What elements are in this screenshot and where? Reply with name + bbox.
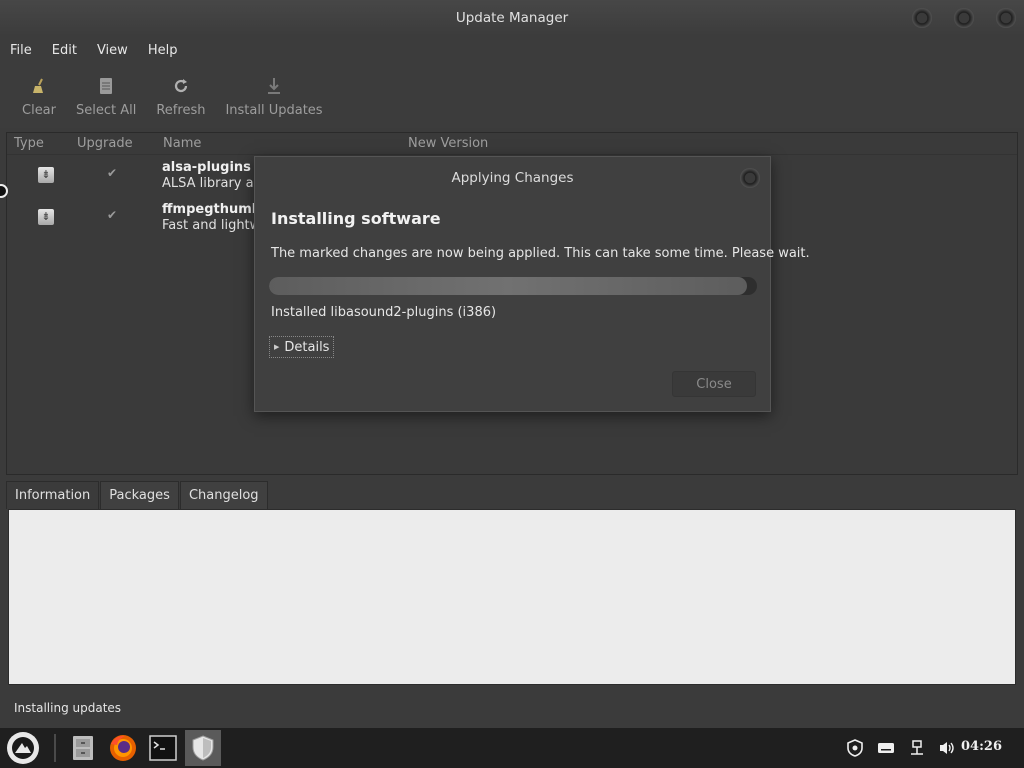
details-label: Details (284, 339, 330, 355)
start-menu-button[interactable] (7, 732, 39, 764)
firefox-launcher[interactable] (105, 730, 141, 766)
progress-fill (269, 277, 748, 295)
refresh-label: Refresh (156, 102, 206, 118)
progress-status: Installed libasound2-plugins (i386) (271, 305, 497, 320)
terminal-launcher[interactable] (145, 730, 181, 766)
upgrade-checkbox[interactable]: ✔ (107, 208, 117, 222)
volume-icon[interactable] (936, 737, 958, 759)
close-button[interactable]: Close (672, 371, 756, 397)
information-pane (8, 509, 1016, 685)
tab-packages[interactable]: Packages (100, 481, 179, 509)
select-all-label: Select All (76, 102, 137, 118)
toolbar: Clear Select All Refresh Install Updates (0, 64, 1024, 128)
dialog-heading: Installing software (271, 209, 441, 228)
terminal-icon (149, 735, 177, 761)
dialog-close-icon[interactable] (740, 168, 760, 188)
window-title: Update Manager (455, 10, 569, 26)
menu-edit[interactable]: Edit (52, 43, 77, 58)
dialog-message: The marked changes are now being applied… (271, 246, 810, 261)
menu-file[interactable]: File (10, 43, 32, 58)
update-manager-launcher[interactable] (185, 730, 221, 766)
update-shield-icon[interactable] (844, 737, 866, 759)
details-expander[interactable]: ▶ Details (269, 336, 335, 358)
refresh-button[interactable]: Refresh (146, 68, 215, 124)
dialog-title: Applying Changes (451, 170, 574, 186)
title-bar: Update Manager (0, 0, 1024, 36)
clear-button[interactable]: Clear (12, 68, 66, 124)
file-cabinet-icon (73, 736, 93, 760)
file-manager-launcher[interactable] (65, 730, 101, 766)
shield-icon (192, 735, 214, 761)
broom-icon (30, 75, 48, 97)
firefox-icon (110, 735, 136, 761)
menu-bar: File Edit View Help (0, 36, 1024, 64)
install-updates-button[interactable]: Install Updates (215, 68, 332, 124)
install-updates-label: Install Updates (225, 102, 323, 118)
keyboard-icon[interactable] (875, 737, 897, 759)
download-icon (266, 75, 282, 97)
mountain-logo-icon (12, 737, 34, 759)
clock[interactable]: 04:26 (961, 739, 1002, 754)
tab-changelog[interactable]: Changelog (179, 481, 268, 509)
refresh-icon (173, 75, 189, 97)
menu-help[interactable]: Help (148, 43, 178, 58)
network-icon[interactable] (906, 737, 928, 759)
taskbar-separator (54, 734, 56, 762)
clear-label: Clear (22, 102, 56, 118)
column-type[interactable]: Type (7, 136, 71, 151)
close-window-button[interactable] (996, 8, 1016, 28)
column-upgrade[interactable]: Upgrade (71, 136, 158, 151)
column-name[interactable]: Name (158, 136, 403, 151)
minimize-button[interactable] (912, 8, 932, 28)
document-icon (99, 75, 113, 97)
applying-changes-dialog: Applying Changes Installing software The… (254, 156, 810, 412)
tab-information[interactable]: Information (6, 481, 100, 509)
maximize-button[interactable] (954, 8, 974, 28)
expander-arrow-icon: ▶ (274, 343, 280, 351)
info-tabs: Information Packages Changelog (6, 481, 269, 509)
column-new-version[interactable]: New Version (403, 136, 488, 151)
list-header: Type Upgrade Name New Version (7, 133, 1017, 155)
package-icon: ⇟ (38, 167, 54, 183)
select-all-button[interactable]: Select All (66, 68, 146, 124)
package-icon: ⇟ (38, 209, 54, 225)
package-name: alsa-plugins (162, 160, 251, 175)
upgrade-checkbox[interactable]: ✔ (107, 166, 117, 180)
menu-view[interactable]: View (97, 43, 128, 58)
taskbar: 04:26 (0, 728, 1024, 768)
status-text: Installing updates (14, 701, 122, 715)
dialog-title-bar: Applying Changes (255, 157, 770, 199)
progress-bar (269, 277, 757, 295)
package-description: Fast and lightw (162, 218, 261, 233)
